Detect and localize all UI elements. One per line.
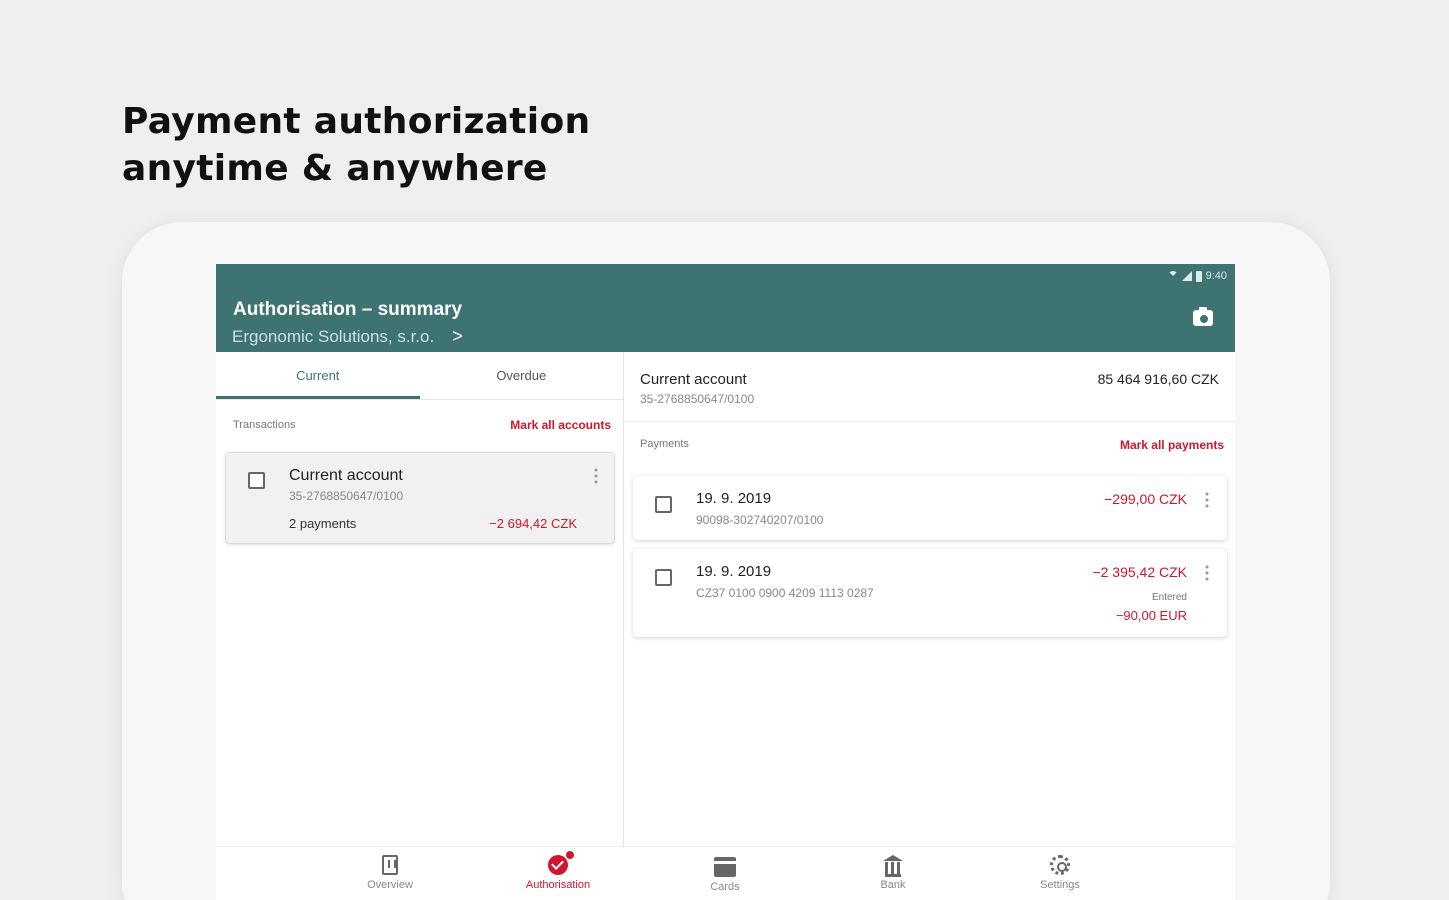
wifi-icon [1167,271,1178,281]
payment-entered-amount: −90,00 EUR [1115,608,1187,623]
nav-label: Cards [710,881,740,893]
nav-label: Authorisation [525,879,591,891]
accounts-pane: Current Overdue Transactions Mark all ac… [216,352,624,846]
headline: Payment authorization anytime & anywhere [122,98,590,192]
transactions-header: Transactions Mark all accounts [216,400,623,450]
payments-label: Payments [640,438,689,450]
payment-entered-label: Entered [1151,592,1187,603]
nav-settings[interactable]: Settings [1000,855,1120,891]
overview-icon [382,855,398,875]
payments-header: Payments Mark all payments [640,438,1224,452]
more-vert-icon[interactable] [1205,564,1209,582]
payment-checkbox[interactable] [655,569,672,586]
mark-all-payments-link[interactable]: Mark all payments [1120,438,1224,452]
payments-pane: Current account 35-2768850647/0100 85 46… [625,352,1235,846]
company-name: Ergonomic Solutions, s.r.o. [232,326,435,346]
detail-account-balance: 85 464 916,60 CZK [1097,371,1219,387]
nav-label: Bank [880,879,906,891]
more-vert-icon[interactable] [594,467,598,485]
status-time: 9:40 [1205,270,1227,282]
payment-card[interactable]: 19. 9. 2019 CZ37 0100 0900 4209 1113 028… [633,549,1227,637]
payment-date: 19. 9. 2019 [696,490,772,507]
settings-icon [1050,855,1070,875]
account-card[interactable]: Current account 35-2768850647/0100 2 pay… [225,452,615,544]
page-title: Authorisation – summary [233,299,463,320]
transactions-label: Transactions [233,419,296,431]
payment-amount: −299,00 CZK [1104,491,1187,507]
chevron-right-icon: > [452,326,463,346]
payment-reference: 90098-302740207/0100 [696,513,824,527]
bottom-navigation: Overview Authorisation Cards Bank Settin… [216,846,1235,900]
bank-icon [883,855,903,877]
account-detail-header: Current account 35-2768850647/0100 85 46… [625,352,1235,422]
nav-bank[interactable]: Bank [833,855,953,891]
account-name: Current account [289,467,403,484]
payment-date: 19. 9. 2019 [696,563,772,580]
detail-account-number: 35-2768850647/0100 [640,392,755,406]
battery-icon [1195,270,1202,282]
nav-authorisation[interactable]: Authorisation [498,850,618,891]
tab-overdue[interactable]: Overdue [420,352,624,399]
app-screen: 9:40 Authorisation – summary Ergonomic S… [216,264,1235,900]
card-icon [714,857,736,877]
payment-reference: CZ37 0100 0900 4209 1113 0287 [696,586,874,600]
nav-cards[interactable]: Cards [665,855,785,893]
camera-icon[interactable] [1193,307,1213,326]
account-payment-count: 2 payments [289,516,357,531]
nav-overview[interactable]: Overview [330,855,450,891]
headline-line-1: Payment authorization [122,101,591,142]
headline-line-2: anytime & anywhere [122,148,548,189]
tab-current[interactable]: Current [216,352,420,399]
account-number: 35-2768850647/0100 [289,489,404,503]
mark-all-accounts-link[interactable]: Mark all accounts [510,418,611,432]
account-checkbox[interactable] [248,472,265,489]
payment-amount: −2 395,42 CZK [1092,564,1187,580]
detail-account-name: Current account [640,371,747,388]
nav-label: Overview [367,879,413,891]
account-total-amount: −2 694,42 CZK [489,516,577,531]
app-bar: 9:40 Authorisation – summary Ergonomic S… [216,264,1235,352]
company-selector[interactable]: Ergonomic Solutions, s.r.o. > [232,326,463,347]
signal-icon [1181,271,1192,281]
more-vert-icon[interactable] [1205,491,1209,509]
authorisation-icon [548,850,575,875]
payment-card[interactable]: 19. 9. 2019 90098-302740207/0100 −299,00… [633,476,1227,540]
tab-bar: Current Overdue [216,352,623,400]
payment-checkbox[interactable] [655,496,672,513]
nav-label: Settings [1040,879,1080,891]
status-bar: 9:40 [1167,270,1227,282]
